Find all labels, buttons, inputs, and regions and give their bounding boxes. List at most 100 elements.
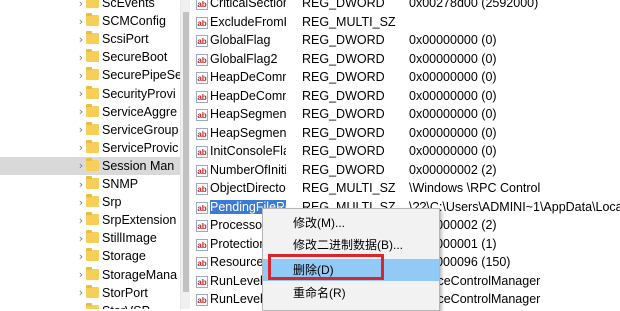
string-value-icon: ab (196, 201, 208, 214)
tree-item-label: Srp (102, 195, 122, 210)
menu-item-rename[interactable]: 重命名(R) (263, 282, 439, 304)
value-name: GlobalFlag2 (210, 51, 278, 66)
tree-item[interactable]: › SecurePipeSe (0, 66, 180, 84)
expand-chevron-icon[interactable]: › (76, 87, 86, 100)
tree-item[interactable]: › StorageMana (0, 266, 180, 284)
string-value-icon: ab (196, 257, 208, 269)
value-name: ObjectDirector... (210, 181, 286, 195)
folder-icon (86, 67, 99, 81)
tree-item[interactable]: › SrpExtension (0, 211, 180, 229)
string-value-icon: ab (196, 183, 208, 195)
tree-item-label: SecurePipeSe (102, 68, 180, 83)
expand-chevron-icon[interactable]: › (76, 232, 86, 245)
string-value-icon: ab (196, 90, 208, 103)
tree-item[interactable]: › StillImage (0, 229, 180, 247)
value-row[interactable]: abExcludeFromK... REG_MULTI_SZ (190, 14, 620, 32)
expand-chevron-icon[interactable]: › (76, 105, 86, 118)
value-data: 0x00000000 (0) (409, 144, 497, 158)
tree-item-label: ScsiPort (102, 32, 149, 47)
expand-chevron-icon[interactable]: › (76, 51, 86, 64)
tree-item-label: SNMP (102, 177, 139, 191)
tree-item[interactable]: › SecurityProvi (0, 85, 180, 103)
expand-chevron-icon[interactable]: › (76, 159, 86, 172)
string-value-icon: ab (196, 238, 208, 251)
value-name: HeapSegment... (210, 125, 286, 140)
expand-chevron-icon[interactable]: › (76, 286, 86, 299)
string-value-icon: ab (196, 275, 208, 288)
registry-key-tree: › ScEvents › SCMConfig › ScsiPort › SecureBoot ›… (0, 0, 180, 309)
value-data: 0x00000000 (0) (409, 107, 497, 121)
string-value-icon: ab (196, 164, 208, 177)
tree-item-label: SecurityProvi (102, 86, 176, 101)
tree-item-label: StillImage (102, 231, 157, 246)
tree-item[interactable]: › ScEvents (0, 0, 180, 12)
tree-item-label: ServiceProvic (102, 140, 179, 155)
value-row[interactable]: abObjectDirector... REG_MULTI_SZ \Windows … (190, 180, 620, 198)
menu-item-modify[interactable]: 修改(M)... (263, 212, 439, 234)
value-name: GlobalFlag (210, 33, 271, 47)
tree-item[interactable]: › SNMP (0, 175, 180, 193)
expand-chevron-icon[interactable]: › (76, 214, 86, 227)
tree-item[interactable]: › ServiceProvic (0, 139, 180, 157)
value-row[interactable]: ab GlobalFlag2 REG_DWORD 0x00000000 (0) (190, 51, 620, 69)
tree-item[interactable]: › StorVSP (0, 302, 180, 309)
value-row[interactable]: abCriticalSection... REG_DWORD 0x00278d00 … (190, 0, 620, 13)
folder-icon (86, 266, 99, 280)
value-name: CriticalSection... (210, 0, 286, 10)
folder-icon (86, 0, 99, 8)
string-value-icon: ab (196, 35, 208, 47)
string-value-icon: ab (196, 72, 208, 84)
menu-item-rename-label: 重命名(R) (293, 286, 346, 300)
expand-chevron-icon[interactable]: › (76, 196, 86, 209)
string-value-icon: ab (196, 127, 208, 140)
value-row[interactable]: abHeapSegment... REG_DWORD 0x00000000 (0) (190, 106, 620, 124)
expand-chevron-icon[interactable]: › (76, 268, 86, 281)
menu-item-modify-binary-label: 修改二进制数据(B)... (293, 238, 403, 252)
expand-chevron-icon[interactable]: › (76, 15, 86, 28)
expand-chevron-icon[interactable]: › (76, 123, 86, 136)
value-data: 0x00000000 (0) (409, 51, 497, 66)
expand-chevron-icon[interactable]: › (76, 69, 86, 82)
value-type: REG_DWORD (302, 70, 385, 84)
value-type: REG_DWORD (302, 162, 385, 177)
value-data: 0x00000000 (0) (409, 88, 497, 103)
value-row[interactable]: abInitConsoleFlags REG_DWORD 0x00000000 (0… (190, 143, 620, 161)
value-row[interactable]: ab GlobalFlag REG_DWORD 0x00000000 (0) (190, 32, 620, 50)
menu-item-modify-binary[interactable]: 修改二进制数据(B)... (263, 234, 439, 256)
tree-item[interactable]: › StorPort (0, 284, 180, 302)
tree-item[interactable]: › Srp (0, 193, 180, 211)
tree-item[interactable]: › SCMConfig (0, 12, 180, 30)
value-name: InitConsoleFlags (210, 144, 286, 158)
expand-chevron-icon[interactable]: › (76, 33, 86, 46)
value-type: REG_DWORD (302, 125, 385, 140)
tree-scrollbar-thumb[interactable] (183, 12, 189, 292)
folder-icon (86, 85, 99, 99)
value-type: REG_DWORD (302, 0, 385, 10)
value-type: REG_MULTI_SZ (302, 14, 396, 29)
annotation-highlight-box (268, 254, 384, 280)
value-row[interactable]: abHeapSegment... REG_DWORD 0x00000000 (0) (190, 125, 620, 143)
folder-icon (86, 284, 99, 298)
value-data: 0x00278d00 (2592000) (409, 0, 539, 10)
value-type: REG_MULTI_SZ (302, 181, 396, 195)
expand-chevron-icon[interactable]: › (76, 250, 86, 263)
tree-item[interactable]: › Session Man (0, 156, 180, 175)
value-row[interactable]: abHeapDeComm... REG_DWORD 0x00000000 (0) (190, 69, 620, 87)
tree-item-label: SrpExtension (102, 213, 177, 228)
tree-item[interactable]: › ServiceAggre (0, 103, 180, 121)
value-row[interactable]: abHeapDeComm... REG_DWORD 0x00000000 (0) (190, 88, 620, 106)
tree-item[interactable]: › SecureBoot (0, 48, 180, 66)
value-row[interactable]: abNumberOfIniti... REG_DWORD 0x00000002 (2… (190, 162, 620, 180)
tree-item[interactable]: › Storage (0, 247, 180, 265)
value-name: HeapSegment... (210, 107, 286, 121)
string-value-icon: ab (196, 53, 208, 66)
expand-chevron-icon[interactable]: › (76, 0, 86, 10)
expand-chevron-icon[interactable]: › (76, 178, 86, 191)
tree-item[interactable]: › ServiceGroup (0, 121, 180, 139)
tree-item-label: ServiceGroup (102, 122, 179, 137)
tree-item[interactable]: › ScsiPort (0, 30, 180, 48)
folder-icon (86, 302, 99, 309)
expand-chevron-icon[interactable]: › (76, 141, 86, 154)
expand-chevron-icon[interactable]: › (76, 304, 86, 309)
tree-item-label: ScEvents (102, 0, 155, 10)
